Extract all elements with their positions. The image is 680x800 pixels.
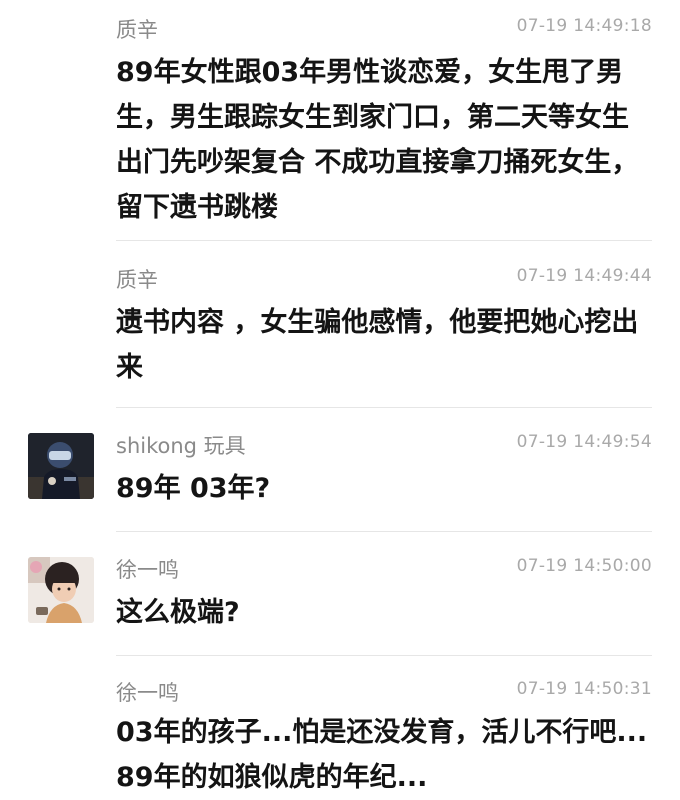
comment-divider — [116, 531, 652, 532]
comment-divider — [116, 407, 652, 408]
comment-timestamp: 07-19 14:50:31 — [516, 679, 652, 699]
comment-username[interactable]: 徐一鸣 — [116, 558, 179, 582]
comment-text: 遗书内容 ，女生骗他感情，他要把她心挖出来 — [116, 307, 639, 383]
comment-divider — [116, 655, 652, 656]
comment-timestamp: 07-19 14:49:54 — [516, 432, 652, 452]
comment-text: 这么极端? — [116, 597, 240, 628]
user-avatar[interactable] — [28, 557, 94, 623]
comment-text: 89年 03年? — [116, 473, 271, 504]
helmet-figure-avatar-icon — [28, 433, 94, 499]
comment-username[interactable]: 质辛 — [116, 268, 158, 292]
user-avatar[interactable] — [28, 433, 94, 499]
comment-text: 89年女性跟03年男性谈恋爱，女生甩了男生，男生跟踪女生到家门口，第二天等女生出… — [116, 57, 639, 223]
child-photo-avatar-icon — [28, 557, 94, 623]
comment-timestamp: 07-19 14:50:00 — [516, 556, 652, 576]
comment-divider — [116, 240, 652, 241]
comment-timestamp: 07-19 14:49:44 — [516, 266, 652, 286]
comment-screen: { "comments": [ { "user": "质辛", "time": … — [0, 0, 680, 800]
comment-timestamp: 07-19 14:49:18 — [516, 16, 652, 36]
comment-username[interactable]: 徐一鸣 — [116, 681, 179, 705]
comment-username[interactable]: 质辛 — [116, 18, 158, 42]
comment-text: 03年的孩子...怕是还没发育，活儿不行吧...89年的如狼似虎的年纪... — [116, 717, 648, 793]
comment-username[interactable]: shikong 玩具 — [116, 434, 246, 458]
